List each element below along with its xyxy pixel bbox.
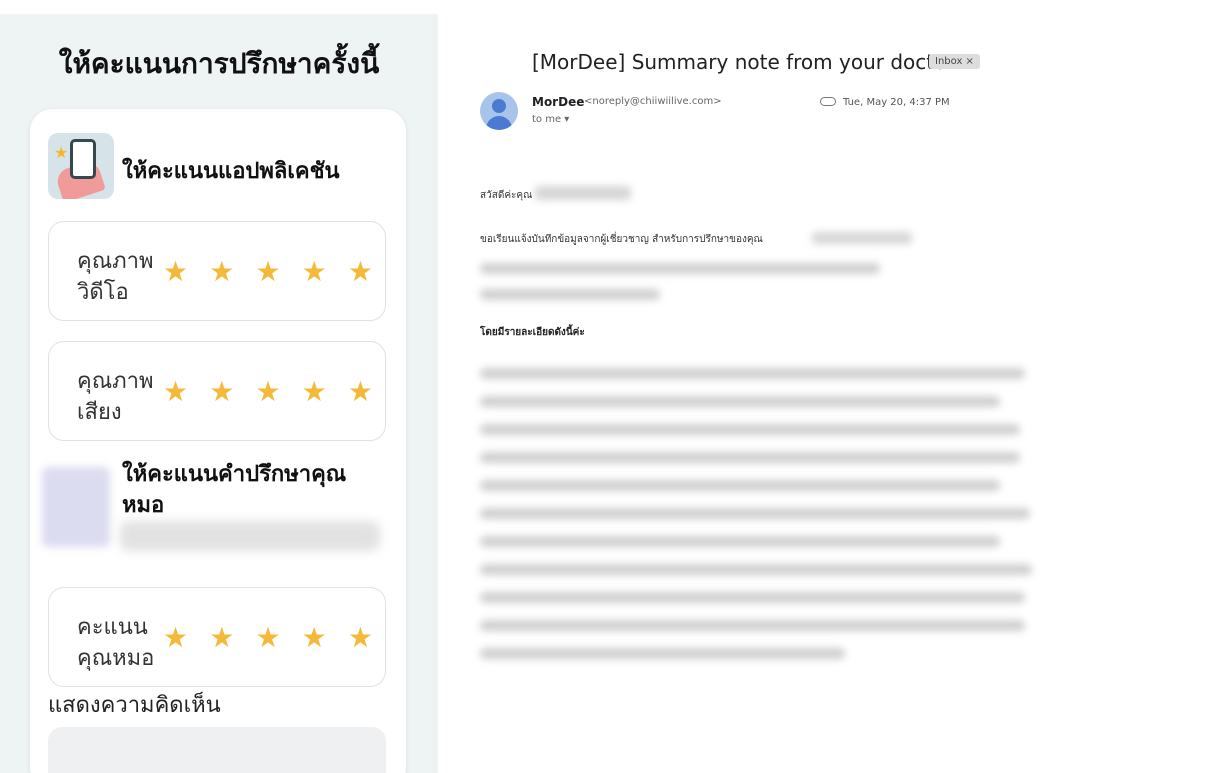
app-phone-icon: ★ bbox=[48, 133, 114, 199]
redacted-line bbox=[480, 480, 1000, 491]
app-rating-heading: ให้คะแนนแอปพลิเคชัน bbox=[122, 159, 340, 184]
video-quality-label: คุณภาพวิดีโอ bbox=[77, 249, 154, 305]
video-quality-stars[interactable]: ★ ★ ★ ★ ★ bbox=[163, 258, 373, 288]
redacted-text bbox=[812, 232, 912, 244]
sender-name: MorDee bbox=[532, 95, 585, 109]
details-heading: โดยมีรายละเอียดดังนี้ค่ะ bbox=[480, 327, 585, 338]
audio-quality-label: คุณภาพเสียง bbox=[77, 369, 154, 425]
video-quality-row: คุณภาพวิดีโอ ★ ★ ★ ★ ★ bbox=[48, 221, 386, 321]
redacted-line bbox=[480, 424, 1020, 435]
star-icon[interactable]: ★ bbox=[255, 378, 280, 408]
audio-quality-row: คุณภาพเสียง ★ ★ ★ ★ ★ bbox=[48, 341, 386, 441]
redacted-name bbox=[535, 186, 631, 200]
redacted-line bbox=[480, 263, 880, 274]
rating-panel: ให้คะแนนการปรึกษาครั้งนี้ ★ ให้คะแนนแอปพ… bbox=[0, 14, 438, 773]
recipient-dropdown[interactable]: to me ▾ bbox=[532, 114, 569, 125]
rating-title: ให้คะแนนการปรึกษาครั้งนี้ bbox=[58, 47, 380, 80]
email-intro: ขอเรียนแจ้งบันทึกข้อมูลจากผู้เชี่ยวชาญ ส… bbox=[480, 234, 763, 245]
redacted-line bbox=[480, 396, 1000, 407]
redacted-line bbox=[480, 508, 1030, 519]
doctor-rating-heading: ให้คะแนนคำปรึกษาคุณหมอ bbox=[122, 462, 347, 518]
sender-avatar-icon bbox=[480, 92, 518, 130]
star-icon[interactable]: ★ bbox=[302, 258, 327, 288]
star-icon[interactable]: ★ bbox=[302, 624, 327, 654]
doctor-score-row: คะแนนคุณหมอ ★ ★ ★ ★ ★ bbox=[48, 587, 386, 687]
star-icon[interactable]: ★ bbox=[348, 258, 373, 288]
doctor-score-label: คะแนนคุณหมอ bbox=[77, 615, 155, 671]
attachment-icon bbox=[820, 97, 836, 106]
star-icon[interactable]: ★ bbox=[163, 624, 188, 654]
star-icon[interactable]: ★ bbox=[163, 378, 188, 408]
email-subject: [MorDee] Summary note from your doctor. bbox=[532, 50, 960, 74]
star-icon[interactable]: ★ bbox=[255, 258, 280, 288]
comment-input[interactable] bbox=[48, 727, 386, 773]
redacted-line bbox=[480, 289, 660, 300]
redacted-line bbox=[480, 564, 1032, 575]
star-icon[interactable]: ★ bbox=[348, 624, 373, 654]
star-icon[interactable]: ★ bbox=[302, 378, 327, 408]
audio-quality-stars[interactable]: ★ ★ ★ ★ ★ bbox=[163, 378, 373, 408]
rating-card: ★ ให้คะแนนแอปพลิเคชัน คุณภาพวิดีโอ ★ ★ ★ ★ ★… bbox=[30, 109, 406, 773]
star-icon[interactable]: ★ bbox=[255, 624, 280, 654]
star-icon[interactable]: ★ bbox=[163, 258, 188, 288]
redacted-line bbox=[480, 452, 1020, 463]
star-icon[interactable]: ★ bbox=[209, 378, 234, 408]
sender-email: <noreply@chiiwiilive.com> bbox=[584, 96, 722, 107]
doctor-name-redacted bbox=[120, 521, 380, 551]
star-icon[interactable]: ★ bbox=[348, 378, 373, 408]
doctor-score-stars[interactable]: ★ ★ ★ ★ ★ bbox=[163, 624, 373, 654]
doctor-avatar bbox=[42, 467, 110, 547]
email-greeting: สวัสดีค่ะคุณ bbox=[480, 190, 533, 201]
comment-label: แสดงความคิดเห็น bbox=[48, 693, 221, 718]
star-icon[interactable]: ★ bbox=[209, 258, 234, 288]
inbox-label-badge[interactable]: Inbox × bbox=[929, 54, 980, 69]
redacted-line bbox=[480, 368, 1025, 379]
redacted-line bbox=[480, 536, 1000, 547]
redacted-line bbox=[480, 620, 1025, 631]
star-icon[interactable]: ★ bbox=[209, 624, 234, 654]
email-date: Tue, May 20, 4:37 PM bbox=[843, 97, 950, 108]
redacted-line bbox=[480, 592, 1025, 603]
redacted-line bbox=[480, 648, 845, 659]
